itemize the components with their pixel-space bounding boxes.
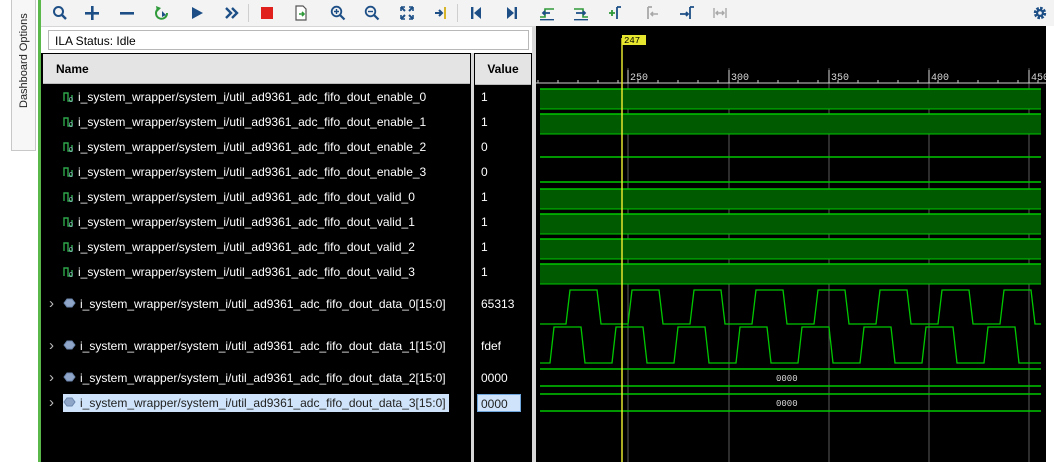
dashboard-options-tab[interactable]: Dashboard Options [11,0,36,151]
previous-transition-icon[interactable] [536,2,558,24]
auto-rerun-icon[interactable] [151,2,173,24]
signal-name[interactable]: 0 i_system_wrapper/system_i/util_ad9361_a… [63,188,415,206]
svg-text:0: 0 [69,172,73,178]
signal-name-text: i_system_wrapper/system_i/util_ad9361_ad… [80,339,446,353]
next-transition-icon[interactable] [570,2,592,24]
add-icon[interactable] [81,2,103,24]
add-marker-icon[interactable] [605,2,627,24]
bus-value-label: 0000 [776,399,798,409]
expand-chevron-icon[interactable]: › [49,295,54,313]
signal-name-text: i_system_wrapper/system_i/util_ad9361_ad… [78,90,427,104]
expand-chevron-icon[interactable]: › [49,394,54,412]
previous-marker-icon[interactable] [641,2,663,24]
gear-icon[interactable] [1029,2,1051,24]
remove-icon[interactable] [116,2,138,24]
waveform-toolbar [41,0,1054,27]
zoom-out-icon[interactable] [361,2,383,24]
signal-name-text: i_system_wrapper/system_i/util_ad9361_ad… [78,240,415,254]
svg-text:0: 0 [69,247,73,253]
waveform-high-fill [540,264,1041,284]
signal-value[interactable]: 1 [481,113,488,131]
signal-name[interactable]: 0 i_system_wrapper/system_i/util_ad9361_a… [63,113,426,131]
signal-name-text: i_system_wrapper/system_i/util_ad9361_ad… [78,115,427,129]
time-label: 250 [630,73,648,84]
dashboard-options-panel: Dashboard Options [0,0,38,462]
waveform-high-fill [540,214,1041,234]
name-column-header[interactable]: Name [43,54,470,84]
waveform-high-fill [540,89,1041,109]
toolbar-separator [457,4,458,22]
value-column-header[interactable]: Value [475,54,531,85]
ila-status: ILA Status: Idle [48,30,529,50]
signal-name-text: i_system_wrapper/system_i/util_ad9361_ad… [80,371,446,385]
signal-name-text: i_system_wrapper/system_i/util_ad9361_ad… [78,190,415,204]
vertical-scrollbar[interactable] [1046,26,1054,462]
signal-value[interactable]: 65313 [481,295,514,313]
signal-name-text: i_system_wrapper/system_i/util_ad9361_ad… [78,215,415,229]
signal-name-text: i_system_wrapper/system_i/util_ad9361_ad… [78,140,427,154]
dashboard-options-label: Dashboard Options [18,13,30,108]
signal-name[interactable]: i_system_wrapper/system_i/util_ad9361_ad… [63,337,446,355]
signal-value[interactable]: 0000 [481,369,508,387]
svg-text:0: 0 [69,122,73,128]
next-marker-icon[interactable] [676,2,698,24]
zoom-search-icon[interactable] [49,2,71,24]
go-to-cursor-icon[interactable] [430,2,452,24]
signal-value[interactable]: fdef [481,337,501,355]
bus-data-1-waveform [540,326,1041,364]
signal-value[interactable]: 0000 [477,394,521,412]
signal-name[interactable]: 0 i_system_wrapper/system_i/util_ad9361_a… [63,88,426,106]
time-label: 350 [831,73,849,84]
export-icon[interactable] [290,2,312,24]
bus-data-0-waveform [540,289,1041,325]
signal-name[interactable]: 0 i_system_wrapper/system_i/util_ad9361_a… [63,213,415,231]
go-to-first-icon[interactable] [465,2,487,24]
time-label: 400 [931,73,949,84]
go-to-last-icon[interactable] [501,2,523,24]
signal-value[interactable]: 1 [481,238,488,256]
zoom-in-icon[interactable] [327,2,349,24]
run-trigger-icon[interactable] [186,2,208,24]
signal-value[interactable]: 1 [481,188,488,206]
waveform-high-fill [540,189,1041,209]
svg-text:0: 0 [69,272,73,278]
svg-text:0: 0 [69,147,73,153]
waveform-display[interactable]: 250 300 350 400 45000000000247 [536,26,1054,462]
svg-text:0: 0 [69,222,73,228]
waveform-high-fill [540,239,1041,259]
signal-value[interactable]: 0 [481,138,488,156]
signal-name[interactable]: 0 i_system_wrapper/system_i/util_ad9361_a… [63,238,415,256]
signal-value[interactable]: 1 [481,88,488,106]
signal-name-text: i_system_wrapper/system_i/util_ad9361_ad… [80,297,446,311]
cursor-label: 247 [624,36,640,46]
toolbar-separator [248,4,249,22]
signal-name-text: i_system_wrapper/system_i/util_ad9361_ad… [78,165,427,179]
run-immediate-icon[interactable] [221,2,243,24]
stop-icon[interactable] [256,2,278,24]
signal-name-text: i_system_wrapper/system_i/util_ad9361_ad… [78,265,415,279]
waveform-high-fill [540,114,1041,134]
svg-text:0: 0 [69,197,73,203]
signal-name[interactable]: 0 i_system_wrapper/system_i/util_ad9361_a… [63,138,426,156]
bus-value-label: 0000 [776,374,798,384]
time-label: 300 [731,73,749,84]
expand-chevron-icon[interactable]: › [49,337,54,355]
signal-name[interactable]: 0 i_system_wrapper/system_i/util_ad9361_a… [63,163,426,181]
swap-cursors-icon[interactable] [709,2,731,24]
signal-name-text: i_system_wrapper/system_i/util_ad9361_ad… [80,396,446,410]
signal-name[interactable]: i_system_wrapper/system_i/util_ad9361_ad… [63,295,446,313]
svg-text:0: 0 [69,97,73,103]
signal-name[interactable]: i_system_wrapper/system_i/util_ad9361_ad… [63,394,449,412]
zoom-fit-icon[interactable] [396,2,418,24]
signal-value[interactable]: 0 [481,163,488,181]
signal-value[interactable]: 1 [481,213,488,231]
signal-name[interactable]: 0 i_system_wrapper/system_i/util_ad9361_a… [63,263,415,281]
signal-name[interactable]: i_system_wrapper/system_i/util_ad9361_ad… [63,369,446,387]
expand-chevron-icon[interactable]: › [49,369,54,387]
signal-value[interactable]: 1 [481,263,488,281]
